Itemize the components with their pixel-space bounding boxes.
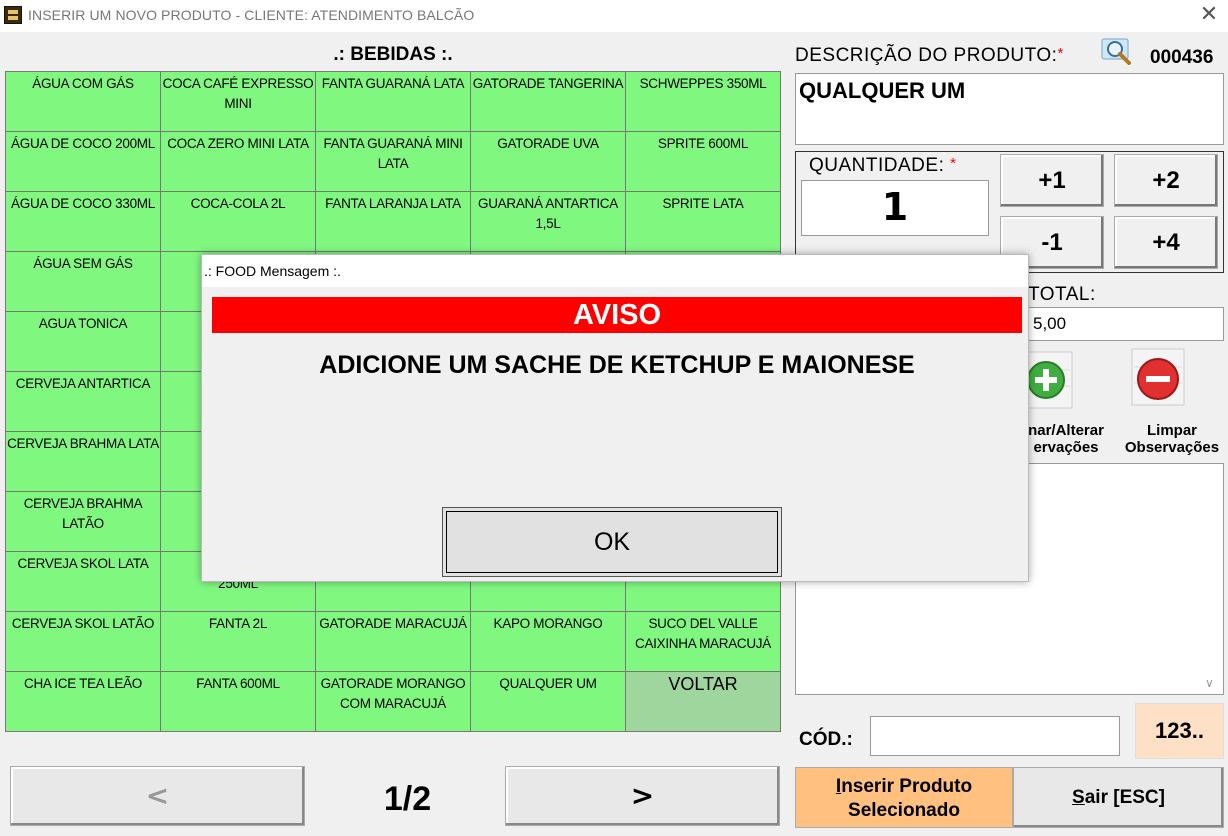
product-button[interactable]: ÁGUA SEM GÁS <box>6 252 160 311</box>
dialog-message: ADICIONE UM SACHE DE KETCHUP E MAIONESE <box>319 351 915 379</box>
product-button[interactable]: FANTA 600ML <box>161 672 315 731</box>
category-title: .: BEBIDAS :. <box>333 44 453 65</box>
description-field[interactable]: QUALQUER UM <box>795 73 1224 145</box>
plus-2-button[interactable]: +2 <box>1114 154 1218 207</box>
total-field: 5,00 <box>1028 307 1224 341</box>
product-button[interactable]: FANTA LARANJA LATA <box>316 192 470 251</box>
product-button[interactable]: ÁGUA COM GÁS <box>6 72 160 131</box>
plus-1-button[interactable]: +1 <box>1000 154 1104 207</box>
cod-input[interactable] <box>870 716 1120 756</box>
page-indicator: 1/2 <box>383 780 432 818</box>
search-icon[interactable] <box>1101 38 1133 66</box>
product-button[interactable]: GATORADE TANGERINA <box>471 72 625 131</box>
product-button[interactable]: ÁGUA DE COCO 200ML <box>6 132 160 191</box>
product-button[interactable]: SPRITE LATA <box>626 192 780 251</box>
product-button[interactable]: AGUA TONICA <box>6 312 160 371</box>
total-label: TOTAL: <box>1028 284 1096 305</box>
cod-label: CÓD.: <box>799 729 853 750</box>
prev-page-button[interactable]: < <box>10 766 305 826</box>
clear-observation-label[interactable]: Limpar Observações <box>1117 422 1227 456</box>
dialog-title: .: FOOD Mensagem :. <box>202 255 1028 287</box>
product-button[interactable]: KAPO MORANGO <box>471 612 625 671</box>
product-button[interactable]: FANTA GUARANÁ MINI LATA <box>316 132 470 191</box>
product-button[interactable]: SPRITE 600ML <box>626 132 780 191</box>
product-button[interactable]: FANTA 2L <box>161 612 315 671</box>
scroll-down-icon[interactable]: ∨ <box>1205 676 1214 690</box>
plus-4-button[interactable]: +4 <box>1114 216 1218 269</box>
product-button[interactable]: COCA ZERO MINI LATA <box>161 132 315 191</box>
product-button[interactable]: QUALQUER UM <box>471 672 625 731</box>
product-button[interactable]: ÁGUA DE COCO 330ML <box>6 192 160 251</box>
title-bar: INSERIR UM NOVO PRODUTO - CLIENTE: ATEND… <box>0 0 1228 32</box>
insert-product-button[interactable]: Inserir Produto Selecionado <box>795 767 1013 828</box>
exit-button[interactable]: Sair [ESC] <box>1013 767 1224 828</box>
product-button[interactable]: GATORADE MORANGO COM MARACUJÁ <box>316 672 470 731</box>
product-button[interactable]: SCHWEPPES 350ML <box>626 72 780 131</box>
product-button[interactable]: COCA CAFÉ EXPRESSO MINI <box>161 72 315 131</box>
product-button[interactable]: GATORADE MARACUJÁ <box>316 612 470 671</box>
back-button[interactable]: VOLTAR <box>626 672 780 731</box>
close-icon[interactable]: ✕ <box>1196 2 1222 28</box>
product-button[interactable]: FANTA GUARANÁ LATA <box>316 72 470 131</box>
product-button[interactable]: GUARANÁ ANTARTICA 1,5L <box>471 192 625 251</box>
numpad-button[interactable]: 123.. <box>1135 703 1224 759</box>
quantity-label: QUANTIDADE: * <box>809 155 957 176</box>
product-code: 000436 <box>1150 47 1214 68</box>
product-button[interactable]: CERVEJA SKOL LATA <box>6 552 160 611</box>
product-button[interactable]: CERVEJA BRAHMA LATA <box>6 432 160 491</box>
description-label: DESCRIÇÃO DO PRODUTO:* <box>795 45 1064 66</box>
product-button[interactable]: CHA ICE TEA LEÃO <box>6 672 160 731</box>
required-mark: * <box>1057 45 1064 62</box>
product-button[interactable]: CERVEJA BRAHMA LATÃO <box>6 492 160 551</box>
message-dialog: .: FOOD Mensagem :. AVISO ADICIONE UM SA… <box>201 254 1029 582</box>
quantity-field[interactable]: 1 <box>801 180 989 236</box>
next-page-button[interactable]: > <box>505 766 780 826</box>
required-mark: * <box>950 155 957 172</box>
product-button[interactable]: CERVEJA ANTARTICA <box>6 372 160 431</box>
app-icon <box>4 6 22 24</box>
product-button[interactable]: SUCO DEL VALLE CAIXINHA MARACUJÁ <box>626 612 780 671</box>
ok-button[interactable]: OK <box>442 507 782 577</box>
window-title: INSERIR UM NOVO PRODUTO - CLIENTE: ATEND… <box>28 7 475 23</box>
product-button[interactable]: CERVEJA SKOL LATÃO <box>6 612 160 671</box>
clear-observation-icon[interactable] <box>1130 347 1186 407</box>
product-button[interactable]: GATORADE UVA <box>471 132 625 191</box>
product-button[interactable]: COCA-COLA 2L <box>161 192 315 251</box>
warning-banner: AVISO <box>212 297 1022 333</box>
